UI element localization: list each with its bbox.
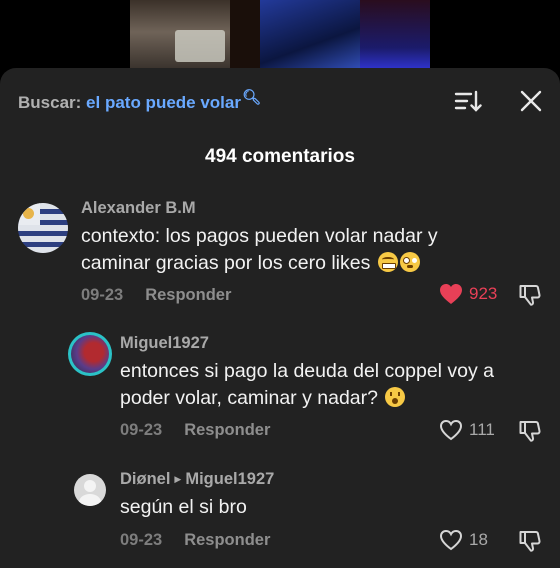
comments-sheet: Buscar: el pato puede volar🔍︎ 494 coment… — [0, 68, 560, 568]
avatar[interactable] — [68, 332, 112, 376]
heart-outline-icon — [439, 529, 463, 551]
search-icon: 🔍︎ — [241, 89, 262, 106]
like-count: 18 — [469, 530, 488, 549]
heart-outline-icon — [439, 419, 463, 441]
like-count: 111 — [469, 420, 495, 439]
heart-filled-icon — [440, 284, 462, 304]
surprised-emoji — [385, 387, 406, 407]
dislike-icon[interactable] — [518, 529, 542, 553]
like-button[interactable]: 111 — [439, 419, 495, 441]
comment-text-body: entonces si pago la deuda del coppel voy… — [120, 360, 495, 409]
avatar[interactable] — [18, 203, 68, 253]
flushed-emoji — [399, 252, 420, 272]
reply-button[interactable]: Responder — [184, 531, 270, 549]
comment-author[interactable]: Alexander B.M — [81, 199, 196, 218]
search-prefix: Buscar: — [18, 93, 82, 112]
reply-button[interactable]: Responder — [184, 421, 270, 439]
avatar[interactable] — [74, 474, 106, 506]
comment-text-body: según el si bro — [120, 496, 247, 518]
comment-date: 09-23 — [120, 421, 163, 439]
comment-meta: 09-23 Responder — [120, 421, 270, 440]
comment-text: entonces si pago la deuda del coppel voy… — [120, 358, 535, 412]
reply-arrow-icon: ▶ — [174, 474, 182, 484]
comment-text: según el si bro — [120, 494, 535, 521]
comment-date: 09-23 — [81, 286, 124, 304]
like-count: 923 — [469, 284, 498, 303]
sort-icon[interactable] — [454, 89, 482, 115]
comment-meta: 09-23 Responder — [81, 286, 231, 305]
dislike-icon[interactable] — [518, 419, 542, 443]
comment-meta: 09-23 Responder — [120, 531, 270, 550]
like-button[interactable]: 18 — [439, 529, 488, 551]
reply-button[interactable]: Responder — [145, 286, 231, 304]
comment-text: contexto: los pagos pueden volar nadar y… — [81, 223, 501, 277]
comment-author[interactable]: Diønel — [120, 470, 170, 488]
comment-author-line: Diønel ▶ Miguel1927 — [120, 470, 274, 489]
reply-to-author[interactable]: Miguel1927 — [185, 470, 274, 488]
comment-count: 494 comentarios — [205, 146, 355, 167]
close-icon[interactable] — [518, 88, 544, 114]
like-button[interactable]: 923 — [439, 283, 497, 305]
comment-author[interactable]: Miguel1927 — [120, 334, 209, 353]
comment-date: 09-23 — [120, 531, 163, 549]
dislike-icon[interactable] — [518, 283, 542, 307]
search-suggestion[interactable]: Buscar: el pato puede volar🔍︎ — [18, 89, 261, 113]
grinning-emoji — [377, 252, 398, 272]
search-query-link[interactable]: el pato puede volar — [86, 93, 241, 112]
